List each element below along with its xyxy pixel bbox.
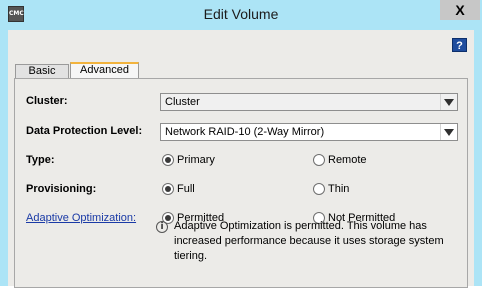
tab-basic[interactable]: Basic: [15, 64, 69, 78]
type-primary-radio[interactable]: [162, 154, 174, 166]
type-remote-label: Remote: [328, 154, 367, 166]
close-button[interactable]: X: [440, 0, 480, 20]
type-primary-label: Primary: [177, 154, 215, 166]
adaptive-optimization-link[interactable]: Adaptive Optimization:: [26, 212, 136, 224]
cluster-value: Cluster: [165, 96, 200, 108]
data-protection-label: Data Protection Level:: [26, 125, 143, 137]
help-icon[interactable]: ?: [452, 38, 467, 52]
edit-volume-window: CMC Edit Volume X ? Basic Advanced Clust…: [0, 0, 482, 288]
chevron-down-icon[interactable]: [440, 124, 457, 140]
type-label: Type:: [26, 154, 55, 166]
window-title: Edit Volume: [203, 6, 279, 22]
info-icon: i: [156, 221, 168, 233]
ao-info-text: Adaptive Optimization is permitted. This…: [174, 220, 444, 262]
provisioning-label: Provisioning:: [26, 183, 97, 195]
provisioning-thin-radio[interactable]: [313, 183, 325, 195]
provisioning-full-radio[interactable]: [162, 183, 174, 195]
cluster-label: Cluster:: [26, 95, 68, 107]
close-icon: X: [455, 2, 465, 18]
type-remote-radio[interactable]: [313, 154, 325, 166]
provisioning-full-label: Full: [177, 183, 195, 195]
data-protection-select[interactable]: Network RAID-10 (2-Way Mirror): [160, 123, 458, 141]
dialog-body: ? Basic Advanced Cluster: Cluster Data P…: [8, 30, 474, 288]
cluster-select[interactable]: Cluster: [160, 93, 458, 111]
chevron-down-icon[interactable]: [440, 94, 457, 110]
provisioning-thin-label: Thin: [328, 183, 350, 195]
title-bar[interactable]: CMC Edit Volume X: [0, 0, 482, 30]
tab-advanced[interactable]: Advanced: [70, 62, 139, 78]
data-protection-value: Network RAID-10 (2-Way Mirror): [165, 126, 325, 138]
